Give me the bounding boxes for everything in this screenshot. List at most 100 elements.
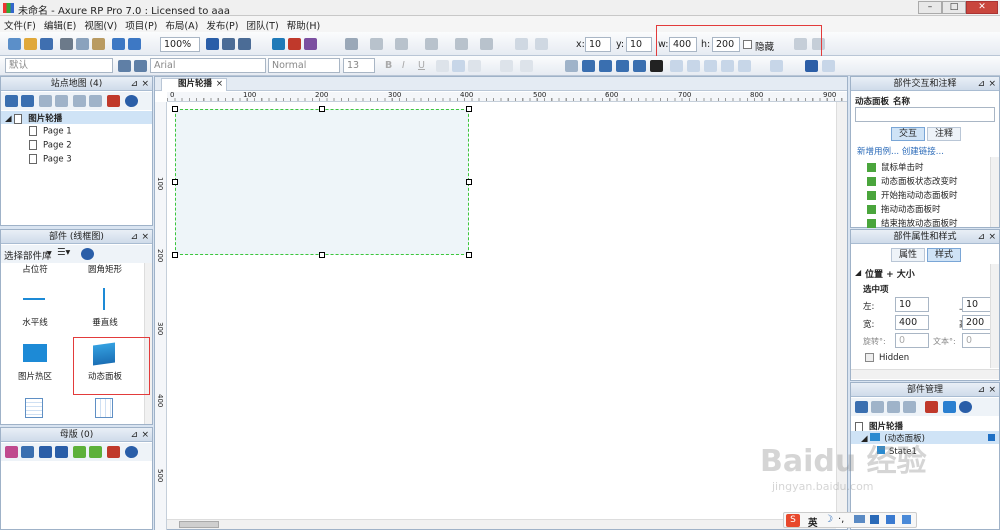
collapse-icon[interactable]: ◢ [855, 268, 861, 277]
collapse-icon[interactable]: ◢ [5, 114, 12, 124]
handle-mr[interactable] [466, 179, 472, 185]
share-icon[interactable] [288, 38, 301, 50]
open-folder-icon[interactable] [24, 38, 37, 50]
pin-icon[interactable]: ⊿ [977, 383, 985, 397]
add-state-icon[interactable] [855, 401, 868, 413]
keyboard-icon[interactable] [854, 515, 865, 523]
widget-hline-label[interactable]: 水平线 [5, 316, 65, 328]
paste-icon[interactable] [92, 38, 105, 50]
tab-image-carousel[interactable]: 图片轮播 × [161, 78, 227, 91]
duplicate-icon[interactable] [871, 401, 884, 413]
widget-hotspot-label[interactable]: 图片热区 [5, 370, 65, 382]
text-rotation-input[interactable]: 0 [962, 333, 992, 348]
align-right-icon[interactable] [468, 60, 481, 72]
events-scrollbar[interactable] [990, 157, 999, 227]
menu-view[interactable]: 视图(V) [84, 18, 117, 32]
minimize-button[interactable]: – [918, 1, 942, 14]
close-icon[interactable]: × [141, 77, 149, 91]
top-input[interactable]: 10 [962, 297, 992, 312]
close-icon[interactable]: × [141, 428, 149, 442]
bullet-icon[interactable] [520, 60, 533, 72]
event-ondrag[interactable]: 拖动动态面板时 [867, 203, 941, 215]
preview-icon[interactable] [272, 38, 285, 50]
copy-icon[interactable] [76, 38, 89, 50]
event-onstatechange[interactable]: 动态面板状态改变时 [867, 175, 958, 187]
left-input[interactable]: 10 [895, 297, 929, 312]
font-select[interactable]: Arial [150, 58, 266, 73]
outdent-icon[interactable] [89, 95, 102, 107]
add-page-icon[interactable] [5, 95, 18, 107]
tab-notes[interactable]: 注释 [927, 127, 961, 141]
handle-tm[interactable] [319, 106, 325, 112]
handle-br[interactable] [466, 252, 472, 258]
move-up-icon[interactable] [887, 401, 900, 413]
zoom-select[interactable]: 100% [160, 37, 200, 52]
delete-icon[interactable] [107, 95, 120, 107]
lock-icon[interactable] [805, 60, 818, 72]
table-icon[interactable] [25, 398, 43, 418]
menu-project[interactable]: 项目(P) [125, 18, 157, 32]
unlock-icon[interactable] [822, 60, 835, 72]
align-object-icon[interactable] [633, 60, 646, 72]
search-icon[interactable] [959, 401, 972, 413]
tab-properties[interactable]: 属性 [891, 248, 925, 262]
search-icon[interactable] [125, 446, 138, 458]
bold-icon[interactable]: B [385, 60, 392, 71]
create-case-link[interactable]: 新增用例... 创建链接... [857, 145, 944, 157]
move-up-icon[interactable] [39, 95, 52, 107]
save-icon[interactable] [40, 38, 53, 50]
close-icon[interactable]: × [988, 383, 996, 397]
name-input[interactable] [855, 107, 995, 122]
tree-page-1[interactable]: Page 1 [29, 126, 72, 137]
underline-icon[interactable]: U [418, 60, 425, 71]
add-folder-icon[interactable] [21, 446, 34, 458]
tab-close-icon[interactable]: × [216, 79, 223, 90]
tab-interactions[interactable]: 交互 [891, 127, 925, 141]
height-input[interactable]: 200 [962, 315, 992, 330]
redo-icon[interactable] [128, 38, 141, 50]
handle-bm[interactable] [319, 252, 325, 258]
pin-icon[interactable]: ⊿ [130, 428, 138, 442]
align-left-icon[interactable] [436, 60, 449, 72]
menu-help[interactable]: 帮助(H) [287, 18, 321, 32]
image-hotspot-icon[interactable] [23, 344, 47, 362]
library-select[interactable]: 选择部件库 [4, 248, 52, 262]
y-input[interactable]: 10 [626, 37, 652, 52]
ime-lang-label[interactable]: 英 [808, 515, 818, 529]
select-mode-icon[interactable] [206, 38, 219, 50]
punctuation-icon[interactable]: ·, [838, 514, 844, 525]
filter-icon[interactable] [943, 401, 956, 413]
pin-icon[interactable]: ⊿ [130, 230, 138, 244]
search-icon[interactable] [81, 248, 94, 260]
properties-scrollbar[interactable] [990, 264, 999, 368]
tree-page-3[interactable]: Page 3 [29, 154, 72, 165]
event-onclick[interactable]: 鼠标单击时 [867, 161, 924, 173]
menu-publish[interactable]: 发布(P) [206, 18, 238, 32]
add-master-icon[interactable] [5, 446, 18, 458]
align-center-icon[interactable] [452, 60, 465, 72]
widget-vline-label[interactable]: 垂直线 [75, 316, 135, 328]
format-painter-icon[interactable] [134, 60, 147, 72]
rotation-input[interactable]: 0 [895, 333, 929, 348]
canvas-hscrollbar[interactable] [167, 519, 836, 529]
vertical-line-icon[interactable] [103, 288, 105, 310]
pin-icon[interactable]: ⊿ [977, 230, 985, 244]
tree-page-2[interactable]: Page 2 [29, 140, 72, 151]
handle-tr[interactable] [466, 106, 472, 112]
connector-mode-icon[interactable] [238, 38, 251, 50]
move-up-icon[interactable] [39, 446, 52, 458]
dynamic-panel-widget[interactable] [175, 109, 469, 255]
maximize-button[interactable]: □ [942, 1, 966, 14]
order-front-icon[interactable] [565, 60, 578, 72]
close-icon[interactable]: × [988, 230, 996, 244]
delete-icon[interactable] [107, 446, 120, 458]
indent-icon[interactable] [73, 446, 86, 458]
hscroll-thumb[interactable] [179, 521, 219, 528]
handle-bl[interactable] [172, 252, 178, 258]
indent-icon[interactable] [73, 95, 86, 107]
tab-style[interactable]: 样式 [927, 248, 961, 262]
move-down-icon[interactable] [903, 401, 916, 413]
add-folder-icon[interactable] [21, 95, 34, 107]
tree-root[interactable]: ◢ 图片轮播 [5, 112, 62, 124]
text-color-icon[interactable] [500, 60, 513, 72]
